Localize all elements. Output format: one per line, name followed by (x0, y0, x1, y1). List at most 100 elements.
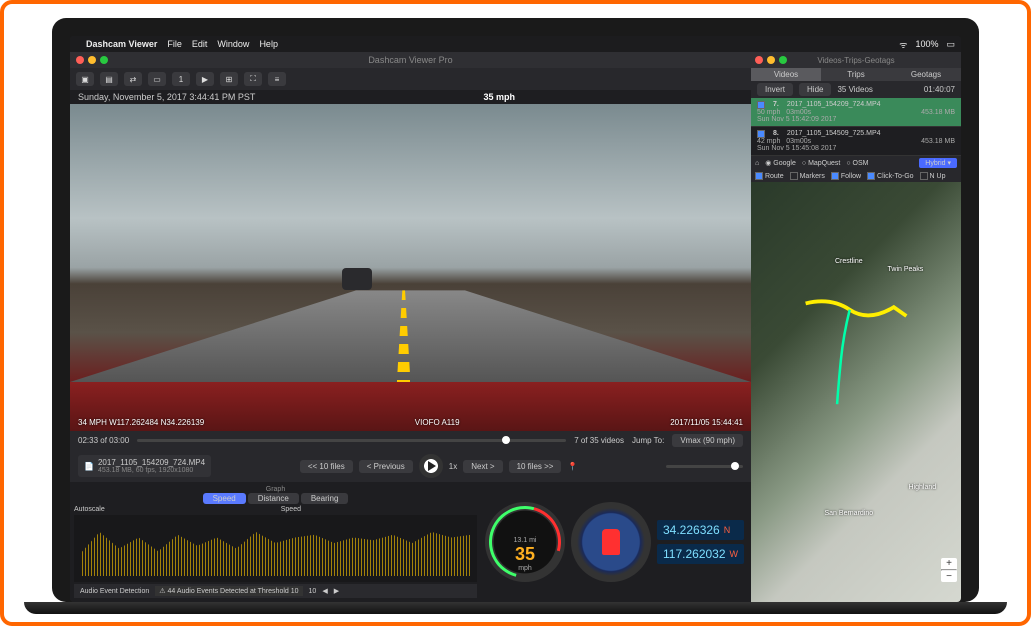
tool-audio-icon[interactable]: ≡ (268, 72, 286, 86)
video-player[interactable]: 34 MPH W117.262484 N34.226139 VIOFO A119… (70, 104, 751, 431)
provider-osm[interactable]: OSM (853, 160, 869, 167)
next-button[interactable]: Next > (463, 460, 502, 473)
tool-expand-icon[interactable]: ⛶ (244, 72, 262, 86)
map-label: Twin Peaks (888, 266, 924, 273)
opt-clicktogo[interactable]: Click-To-Go (877, 173, 914, 180)
side-close-icon[interactable] (755, 56, 763, 64)
maptype-select[interactable]: Hybrid ▾ (919, 158, 957, 168)
speed-header: 35 mph (483, 92, 515, 102)
list-item[interactable]: 7.2017_1105_154209_724.MP4 50 mph 03m00s… (751, 98, 961, 127)
graph-title: Speed (281, 506, 301, 513)
item-checkbox[interactable] (757, 101, 765, 109)
tool-camera2-icon[interactable]: ▤ (100, 72, 118, 86)
window-titlebar[interactable]: Dashcam Viewer Pro (70, 52, 751, 68)
audio-status: ⚠ 44 Audio Events Detected at Threshold … (155, 586, 302, 596)
hide-button[interactable]: Hide (799, 83, 831, 96)
fwd-10-button[interactable]: 10 files >> (509, 460, 562, 473)
speed-gauge: 13.1 mi 35 mph (485, 502, 565, 582)
provider-mapquest[interactable]: MapQuest (808, 160, 840, 167)
home-icon[interactable]: ⌂ (755, 160, 759, 167)
file-icon: 📄 (84, 462, 94, 471)
audio-prev-icon[interactable]: ◀ (322, 587, 327, 595)
minimize-icon[interactable] (88, 56, 96, 64)
back-10-button[interactable]: << 10 files (300, 460, 353, 473)
opt-markers[interactable]: Markers (800, 173, 825, 180)
map-label: San Bernardino (825, 510, 874, 517)
geotag-pin-icon[interactable]: 📍 (567, 462, 577, 471)
playback-speed[interactable]: 1x (449, 462, 457, 471)
car-icon (602, 529, 620, 555)
autoscale-label[interactable]: Autoscale (74, 506, 105, 513)
menu-edit[interactable]: Edit (192, 39, 208, 49)
tool-link-icon[interactable]: ⇄ (124, 72, 142, 86)
gauge-speed: 35 (515, 544, 535, 565)
tab-bearing[interactable]: Bearing (301, 493, 349, 504)
playhead-time: 02:33 of 03:00 (78, 436, 129, 445)
tab-speed[interactable]: Speed (203, 493, 246, 504)
audio-next-icon[interactable]: ▶ (334, 587, 339, 595)
laptop-base (24, 602, 1007, 614)
gauge-unit: mph (518, 565, 532, 572)
speed-graph[interactable] (74, 515, 477, 582)
dashboard-panel: 13.1 mi 35 mph 34.226326N 117.262032W (481, 482, 751, 602)
tab-distance[interactable]: Distance (248, 493, 299, 504)
menu-help[interactable]: Help (259, 39, 278, 49)
jump-select[interactable]: Vmax (90 mph) (672, 434, 743, 447)
item-checkbox[interactable] (757, 130, 765, 138)
video-count: 35 Videos (837, 85, 872, 94)
video-counter: 7 of 35 videos (574, 436, 624, 445)
trip-distance: 13.1 mi (514, 537, 537, 544)
opt-nup[interactable]: N Up (930, 173, 946, 180)
menu-window[interactable]: Window (217, 39, 249, 49)
tool-screen-icon[interactable]: ▭ (148, 72, 166, 86)
total-duration: 01:40:07 (924, 85, 955, 94)
video-list: 7.2017_1105_154209_724.MP4 50 mph 03m00s… (751, 98, 961, 156)
graph-panel: Graph Speed Distance Bearing AutoscaleSp… (70, 482, 481, 602)
overlay-datetime: 2017/11/05 15:44:41 (670, 418, 743, 427)
tab-trips[interactable]: Trips (821, 68, 891, 81)
side-titlebar[interactable]: Videos-Trips-Geotags (751, 52, 961, 68)
opt-follow[interactable]: Follow (841, 173, 861, 180)
opt-route[interactable]: Route (765, 173, 784, 180)
play-button[interactable] (419, 454, 443, 478)
overlay-camera: VIOFO A119 (415, 418, 460, 427)
tool-number-icon[interactable]: 1 (172, 72, 190, 86)
map-label: Crestline (835, 258, 863, 265)
prev-button[interactable]: < Previous (359, 460, 413, 473)
app-menu[interactable]: Dashcam Viewer (86, 39, 157, 49)
volume-slider[interactable] (666, 465, 743, 468)
zoom-icon[interactable] (100, 56, 108, 64)
wifi-icon[interactable]: ᯤ (899, 38, 907, 51)
main-toolbar: ▣ ▤ ⇄ ▭ 1 ▶ ⊞ ⛶ ≡ (70, 68, 751, 90)
provider-google[interactable]: Google (773, 160, 796, 167)
side-min-icon[interactable] (767, 56, 775, 64)
jump-label: Jump To: (632, 436, 664, 445)
file-name: 2017_1105_154209_724.MP4 (98, 458, 205, 467)
list-item[interactable]: 8.2017_1105_154509_725.MP4 42 mph 03m00s… (751, 127, 961, 156)
tool-play-icon[interactable]: ▶ (196, 72, 214, 86)
side-title: Videos-Trips-Geotags (817, 56, 894, 65)
tab-geotags[interactable]: Geotags (891, 68, 961, 81)
latitude-display: 34.226326N (657, 520, 744, 540)
side-zoom-icon[interactable] (779, 56, 787, 64)
window-title: Dashcam Viewer Pro (368, 55, 452, 65)
tool-grid-icon[interactable]: ⊞ (220, 72, 238, 86)
compass-gauge (571, 502, 651, 582)
close-icon[interactable] (76, 56, 84, 64)
tool-camera-icon[interactable]: ▣ (76, 72, 94, 86)
video-timestamp: Sunday, November 5, 2017 3:44:41 PM PST (78, 92, 255, 102)
battery-label: 100% (915, 39, 938, 49)
scrub-bar[interactable] (137, 439, 566, 442)
menu-file[interactable]: File (167, 39, 182, 49)
file-info: 📄 2017_1105_154209_724.MP4 453.18 MB, 60… (78, 455, 211, 477)
overlay-gps: 34 MPH W117.262484 N34.226139 (78, 418, 204, 427)
map-view[interactable]: Crestline Twin Peaks San Bernardino High… (751, 182, 961, 602)
tab-videos[interactable]: Videos (751, 68, 821, 81)
audio-detection-label: Audio Event Detection (80, 588, 149, 595)
file-meta: 453.18 MB, 60 fps, 1920x1080 (98, 467, 205, 474)
invert-button[interactable]: Invert (757, 83, 793, 96)
longitude-display: 117.262032W (657, 544, 744, 564)
map-zoom[interactable]: +− (941, 558, 957, 582)
audio-threshold[interactable]: 10 (309, 588, 317, 595)
map-label: Highland (909, 484, 937, 491)
